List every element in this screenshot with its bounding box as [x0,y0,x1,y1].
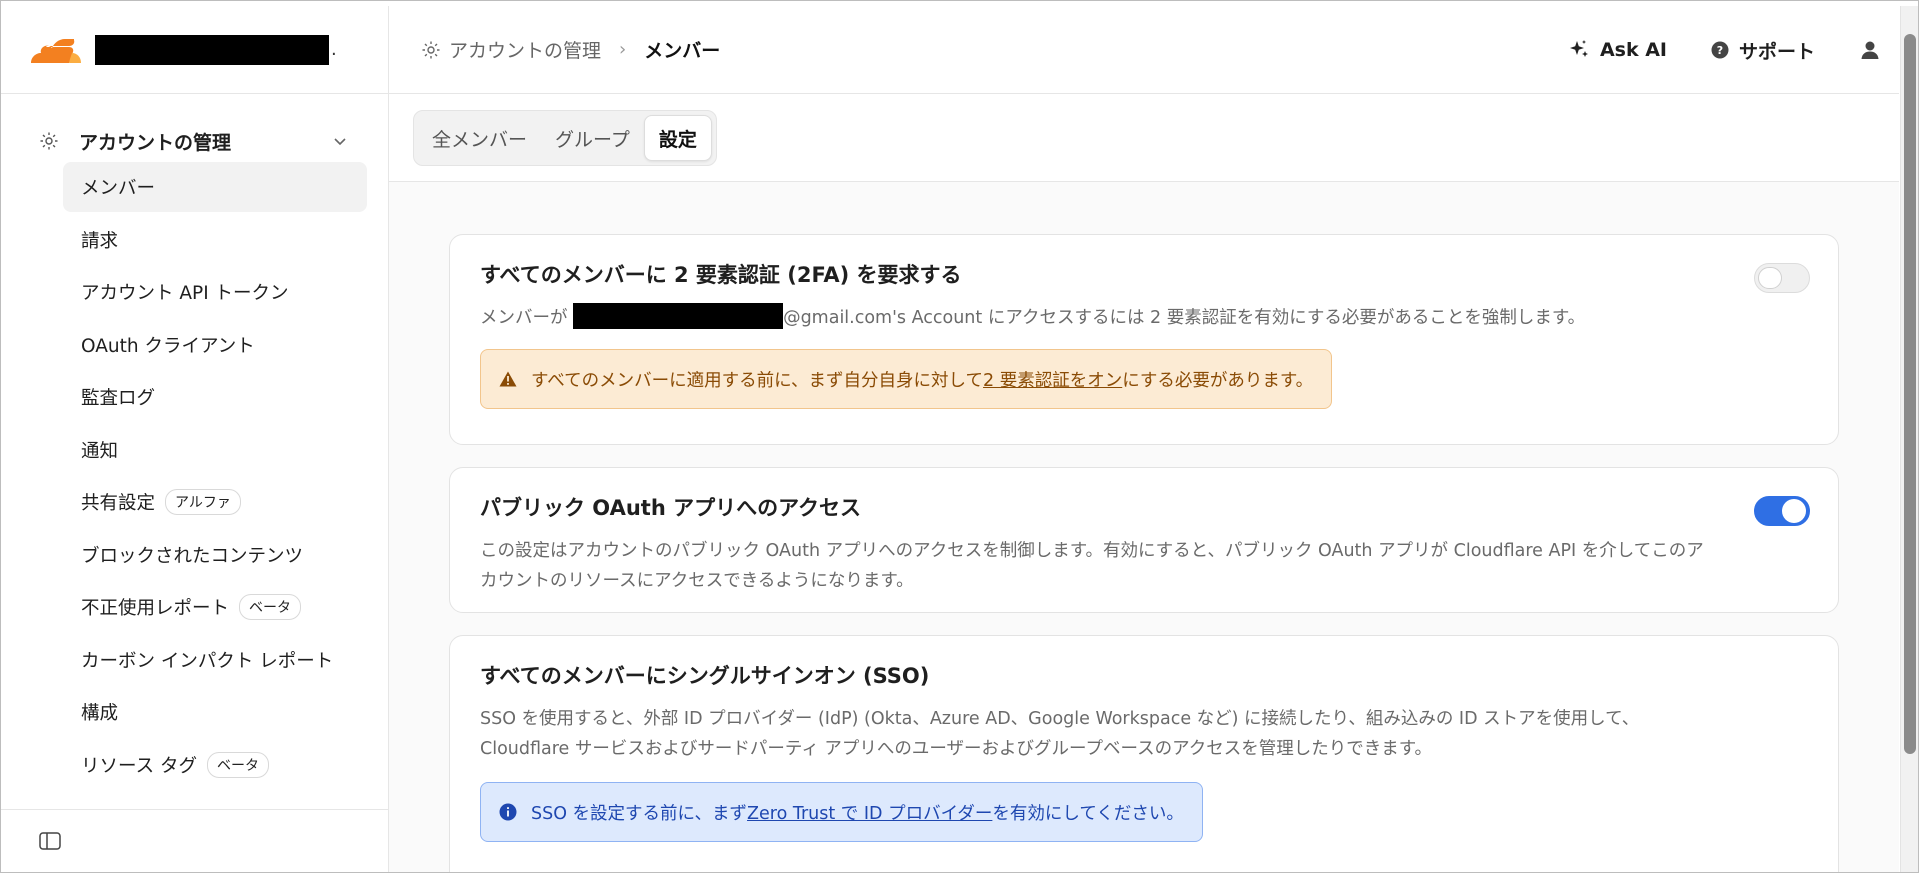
sidebar-item-carbon-report[interactable]: カーボン インパクト レポート [63,635,367,685]
sidebar-item-label: OAuth クライアント [81,335,255,357]
gear-icon [39,131,59,151]
warning-text-prefix: すべてのメンバーに適用する前に、まず自分自身に対して [531,370,984,391]
sidebar-item-label: カーボン インパクト レポート [81,650,334,672]
sidebar-item-label: 請求 [81,230,119,252]
sidebar-item-label: ブロックされたコンテンツ [81,545,304,567]
card-description: この設定はアカウントのパブリック OAuth アプリへのアクセスを制御します。有… [480,541,1704,591]
sidebar-item-label: 共有設定 [81,493,156,514]
card-description: メンバーが @gmail.com's Account にアクセスするには 2 要… [480,303,1720,333]
help-circle-icon: ? [1711,41,1729,59]
toggle-knob [1758,267,1782,289]
sidebar-group-account-management: アカウントの管理 メンバー 請求 アカウント API トークン OAuth クラ… [1,94,388,790]
support-button[interactable]: ? サポート [1711,37,1815,64]
tabs-row: 全メンバー グループ 設定 [389,94,1899,182]
alpha-badge: アルファ [165,489,241,515]
sidebar-item-label: 構成 [81,703,119,724]
sidebar: . アカウントの管理 メンバー 請求 アカウント API トークン OAuth … [1,6,389,872]
account-name-suffix: . [331,39,337,60]
sidebar-group-header[interactable]: アカウントの管理 [1,124,388,158]
sidebar-item-label: アカウント API トークン [81,283,289,304]
account-switcher[interactable]: . [95,34,337,65]
scrollbar-thumb[interactable] [1904,34,1916,754]
beta-badge: ベータ [206,751,269,778]
sidebar-item-api-tokens[interactable]: アカウント API トークン [63,267,367,317]
card-title: すべてのメンバーに 2 要素認証 (2FA) を要求する [480,263,962,287]
sidebar-item-configuration[interactable]: 構成 [63,687,367,737]
sidebar-item-resource-tags[interactable]: リソース タグ ベータ [63,740,367,790]
tab-settings[interactable]: 設定 [643,115,712,161]
info-icon [499,803,517,821]
warning-text-suffix: にする必要があります。 [1122,370,1314,391]
tab-all-members[interactable]: 全メンバー [418,115,541,161]
info-text-prefix: SSO を設定する前に、まず [531,803,748,824]
ask-ai-button[interactable]: Ask AI [1568,39,1667,61]
chevron-down-icon [332,133,348,149]
tab-groups[interactable]: グループ [541,115,644,161]
toggle-knob [1782,499,1806,523]
user-icon [1861,41,1879,59]
card-title: パブリック OAuth アプリへのアクセス [480,496,862,520]
warning-banner: すべてのメンバーに適用する前に、まず自分自身に対して 2 要素認証をオン にする必… [480,349,1333,409]
svg-text:?: ? [1717,44,1723,57]
breadcrumb-separator: › [619,39,627,60]
breadcrumb-parent[interactable]: アカウントの管理 [449,36,601,63]
ask-ai-label: Ask AI [1599,39,1667,61]
sidebar-group-label: アカウントの管理 [79,131,232,154]
sparkle-icon [1569,40,1588,57]
sidebar-item-audit-log[interactable]: 監査ログ [63,372,367,422]
user-menu-button[interactable] [1859,39,1891,61]
info-banner: SSO を設定する前に、まず Zero Trust で ID プロバイダー を有効… [480,782,1203,842]
enable-2fa-link[interactable]: 2 要素認証をオン [983,367,1122,392]
page-scrollbar[interactable] [1900,6,1918,872]
tab-bar: 全メンバー グループ 設定 [413,110,717,166]
sidebar-item-label: 不正使用レポート [81,598,230,619]
gear-icon [421,40,441,60]
sidebar-item-billing[interactable]: 請求 [63,215,367,265]
sidebar-item-members[interactable]: メンバー [63,162,367,212]
sidebar-toggle-icon[interactable] [39,832,61,850]
top-bar: アカウントの管理 › メンバー Ask AI ? サポート [389,6,1899,94]
card-sso: すべてのメンバーにシングルサインオン (SSO) SSO を使用すると、外部 I… [449,635,1839,873]
info-text-suffix: を有効にしてください。 [992,803,1184,824]
card-public-oauth: パブリック OAuth アプリへのアクセス この設定はアカウントのパブリック O… [449,467,1839,613]
sidebar-header: . [1,6,388,94]
redacted-email [573,303,784,329]
public-oauth-toggle[interactable] [1754,496,1810,526]
sidebar-item-label: 監査ログ [81,388,156,409]
support-label: サポート [1738,40,1815,63]
sidebar-item-abuse-reports[interactable]: 不正使用レポート ベータ [63,582,367,632]
top-actions: Ask AI ? サポート [1568,6,1899,94]
desc-prefix: メンバーが [480,308,574,328]
require-2fa-toggle[interactable] [1754,263,1810,293]
desc-suffix: @gmail.com's Account にアクセスするには 2 要素認証を有効… [783,308,1586,328]
sidebar-item-oauth-clients[interactable]: OAuth クライアント [63,320,367,370]
breadcrumb: アカウントの管理 › メンバー [389,36,720,63]
cloudflare-logo[interactable] [25,35,81,65]
sidebar-item-label: リソース タグ [81,755,197,777]
account-name-redacted [95,34,329,65]
beta-badge: ベータ [239,594,302,620]
warning-icon [499,371,517,387]
sidebar-item-shared-config[interactable]: 共有設定 アルファ [63,477,367,527]
sidebar-item-notifications[interactable]: 通知 [63,425,367,475]
sidebar-items: メンバー 請求 アカウント API トークン OAuth クライアント 監査ログ… [1,158,388,790]
breadcrumb-current: メンバー [644,40,721,62]
card-require-2fa: すべてのメンバーに 2 要素認証 (2FA) を要求する メンバーが @gmai… [449,234,1839,445]
sidebar-footer [1,809,388,872]
main-content: すべてのメンバーに 2 要素認証 (2FA) を要求する メンバーが @gmai… [389,182,1899,873]
card-description: SSO を使用すると、外部 ID プロバイダー (IdP) (Okta、Azur… [480,709,1640,759]
zero-trust-idp-link[interactable]: Zero Trust で ID プロバイダー [747,800,992,825]
sidebar-item-blocked-content[interactable]: ブロックされたコンテンツ [63,530,367,580]
card-title: すべてのメンバーにシングルサインオン (SSO) [480,664,930,688]
sidebar-item-label: メンバー [81,178,156,199]
sidebar-item-label: 通知 [81,440,119,462]
